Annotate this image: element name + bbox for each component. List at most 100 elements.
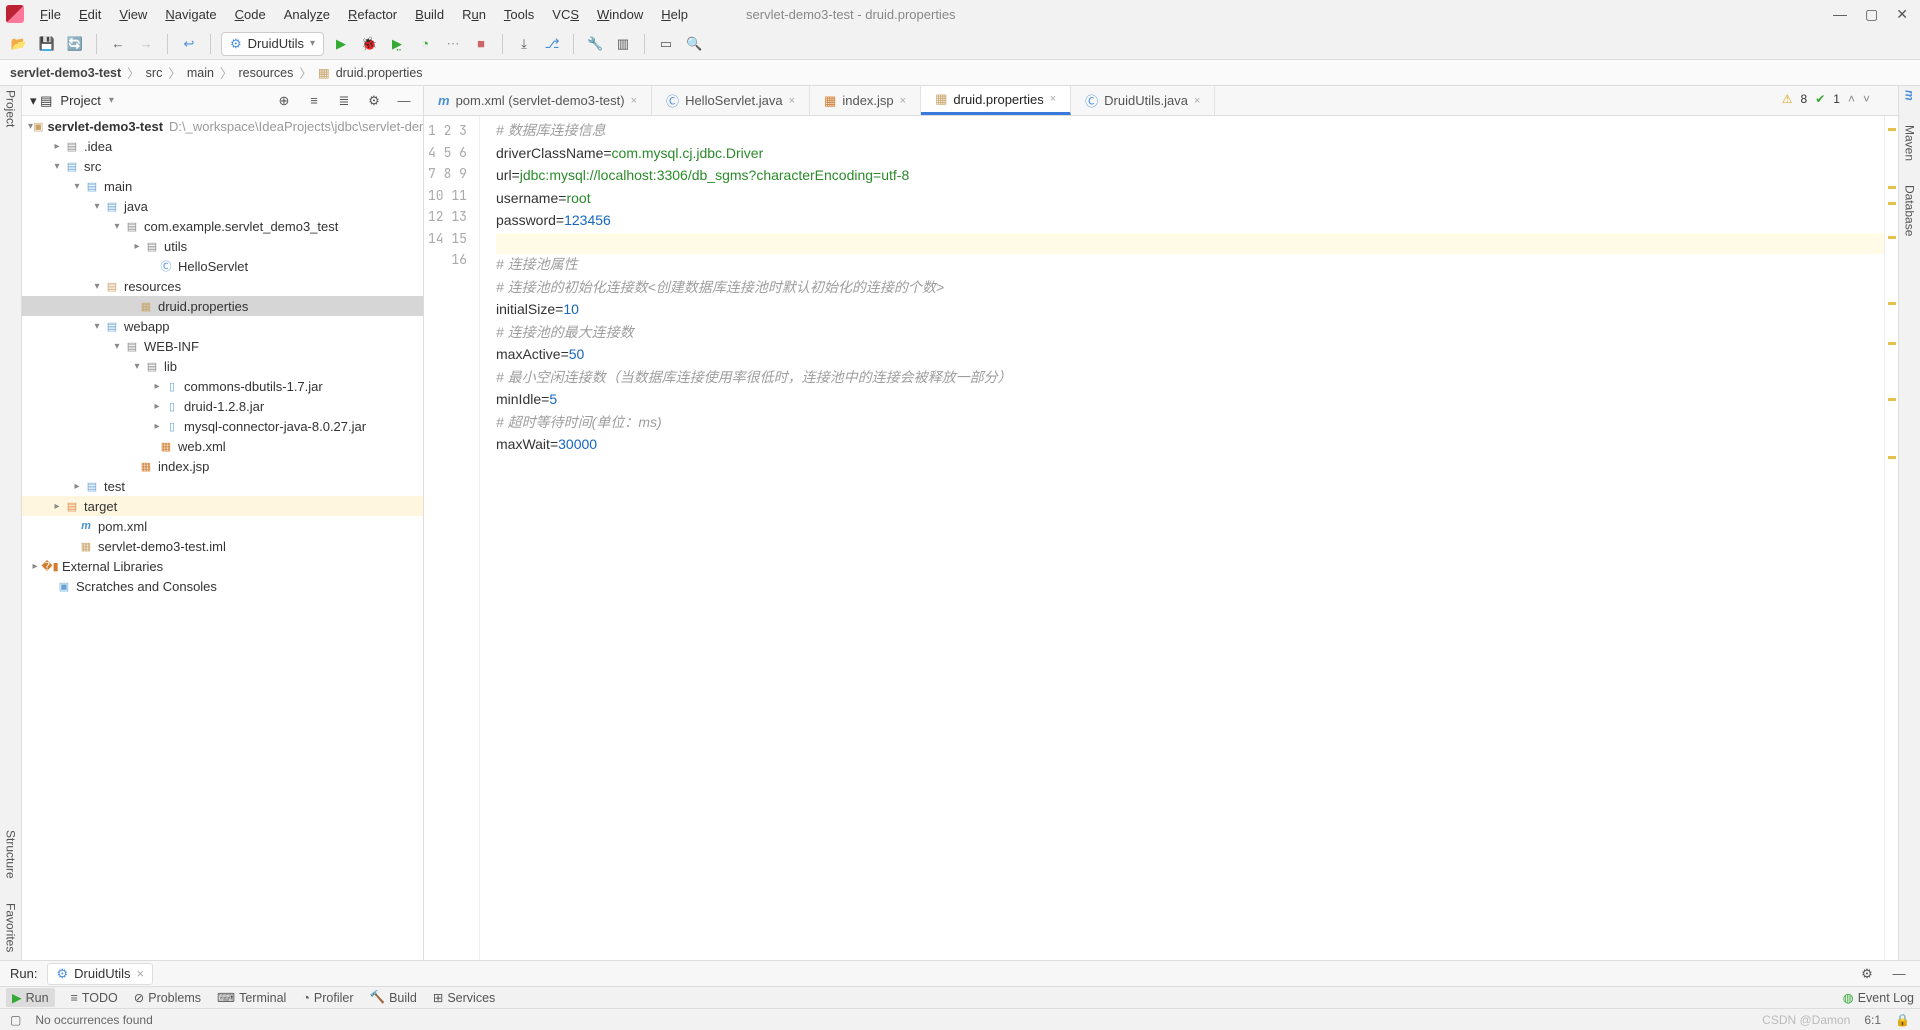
update-app-icon[interactable]: ⤓ <box>513 33 535 55</box>
tree-item-selected[interactable]: ▦druid.properties <box>22 296 423 316</box>
tab-indexjsp[interactable]: ▦index.jsp× <box>810 86 921 115</box>
menu-file[interactable]: File <box>32 4 69 25</box>
avd-icon[interactable]: ▭ <box>655 33 677 55</box>
tab-druidutils[interactable]: ⒸDruidUtils.java× <box>1071 86 1215 115</box>
settings-icon[interactable]: 🔧 <box>584 33 606 55</box>
undo-nav-icon[interactable]: ↩︎ <box>178 33 200 55</box>
breadcrumb-resources[interactable]: resources <box>238 66 293 80</box>
tree-external-libs[interactable]: External Libraries <box>62 559 163 574</box>
tool-run[interactable]: ▶Run <box>6 988 55 1007</box>
menu-view[interactable]: View <box>111 4 155 25</box>
breadcrumb-root[interactable]: servlet-demo3-test <box>10 66 121 80</box>
collapse-icon[interactable]: ≣ <box>333 90 355 112</box>
status-caret[interactable]: 6:1 <box>1864 1013 1881 1027</box>
tree-item[interactable]: pom.xml <box>98 519 147 534</box>
project-panel-title[interactable]: Project <box>60 93 100 108</box>
stripe-database[interactable]: Database <box>1903 185 1917 236</box>
tree-item[interactable]: servlet-demo3-test.iml <box>98 539 226 554</box>
menu-analyze[interactable]: Analyze <box>276 4 338 25</box>
sync-icon[interactable]: 🔄 <box>64 33 86 55</box>
breadcrumb-file[interactable]: druid.properties <box>336 66 423 80</box>
tree-item[interactable]: WEB-INF <box>144 339 199 354</box>
tree-item[interactable]: webapp <box>124 319 170 334</box>
back-icon[interactable]: ← <box>107 33 129 55</box>
save-icon[interactable]: 💾 <box>36 33 58 55</box>
hide-icon[interactable]: — <box>1888 963 1910 985</box>
tree-item[interactable]: lib <box>164 359 177 374</box>
menu-navigate[interactable]: Navigate <box>157 4 224 25</box>
stripe-structure[interactable]: Structure <box>4 830 18 879</box>
tree-item[interactable]: .idea <box>84 139 112 154</box>
line-gutter[interactable]: 1 2 3 4 5 6 7 8 9 10 11 12 13 14 15 16 <box>424 116 480 960</box>
stripe-project[interactable]: Project <box>4 90 18 127</box>
close-icon[interactable]: ✕ <box>1896 6 1908 23</box>
close-icon[interactable]: × <box>1194 95 1200 107</box>
tool-windows-icon[interactable]: ▢ <box>10 1013 21 1027</box>
menu-refactor[interactable]: Refactor <box>340 4 405 25</box>
menu-tools[interactable]: Tools <box>496 4 542 25</box>
minimize-icon[interactable]: — <box>1833 6 1847 23</box>
project-tree[interactable]: ▾▣ servlet-demo3-test D:\_workspace\Idea… <box>22 116 423 596</box>
menu-code[interactable]: Code <box>227 4 274 25</box>
close-icon[interactable]: × <box>1050 93 1056 105</box>
tool-eventlog[interactable]: ◍ Event Log <box>1843 990 1914 1005</box>
expand-icon[interactable]: ≡ <box>303 90 325 112</box>
tab-pom[interactable]: mpom.xml (servlet-demo3-test)× <box>424 86 652 115</box>
gear-icon[interactable]: ⚙ <box>1856 963 1878 985</box>
tab-druid-properties[interactable]: ▦druid.properties× <box>921 86 1071 115</box>
error-stripe[interactable] <box>1884 116 1898 960</box>
code-editor[interactable]: # 数据库连接信息 driverClassName=com.mysql.cj.j… <box>480 116 1884 960</box>
maximize-icon[interactable]: ▢ <box>1865 6 1878 23</box>
tool-problems[interactable]: ⊘ Problems <box>134 990 201 1005</box>
locate-icon[interactable]: ⊕ <box>273 90 295 112</box>
run-tw-tab[interactable]: ⚙︎ DruidUtils × <box>47 963 153 985</box>
tree-item[interactable]: mysql-connector-java-8.0.27.jar <box>184 419 366 434</box>
tree-root[interactable]: servlet-demo3-test <box>47 119 163 134</box>
tree-item[interactable]: web.xml <box>178 439 226 454</box>
coverage-icon[interactable]: ▶̤ <box>386 33 408 55</box>
hide-icon[interactable]: — <box>393 90 415 112</box>
attach-icon[interactable]: ⋯ <box>442 33 464 55</box>
tool-terminal[interactable]: ⌨ Terminal <box>217 990 286 1005</box>
tab-helloservlet[interactable]: ⒸHelloServlet.java× <box>652 86 810 115</box>
chevron-up-icon[interactable]: ˄ <box>1848 92 1855 106</box>
tree-item[interactable]: commons-dbutils-1.7.jar <box>184 379 323 394</box>
tool-profiler[interactable]: ◔ Profiler <box>302 991 353 1005</box>
menu-vcs[interactable]: VCS <box>544 4 587 25</box>
stripe-favorites[interactable]: Favorites <box>4 903 18 952</box>
debug-icon[interactable]: 🐞 <box>358 33 380 55</box>
chevron-down-icon[interactable]: ˅ <box>1863 92 1870 106</box>
tool-build[interactable]: 🔨 Build <box>369 990 416 1005</box>
chevron-down-icon[interactable]: ▾ <box>109 95 114 106</box>
run-icon[interactable]: ▶ <box>330 33 352 55</box>
breadcrumb-main[interactable]: main <box>187 66 214 80</box>
menu-help[interactable]: Help <box>653 4 696 25</box>
tree-item[interactable]: main <box>104 179 132 194</box>
stripe-maven[interactable]: Maven <box>1903 125 1917 161</box>
project-structure-icon[interactable]: ▥ <box>612 33 634 55</box>
tree-item[interactable]: druid-1.2.8.jar <box>184 399 264 414</box>
tree-item[interactable]: target <box>84 499 117 514</box>
menu-build[interactable]: Build <box>407 4 452 25</box>
tool-services[interactable]: ⊞ Services <box>433 990 495 1005</box>
tree-item[interactable]: HelloServlet <box>178 259 248 274</box>
close-icon[interactable]: × <box>631 95 637 107</box>
run-config-select[interactable]: ⚙︎ DruidUtils ▾ <box>221 32 324 56</box>
maven-icon[interactable]: m <box>1903 90 1917 101</box>
tree-item[interactable]: index.jsp <box>158 459 209 474</box>
gear-icon[interactable]: ⚙ <box>363 90 385 112</box>
menu-run[interactable]: Run <box>454 4 494 25</box>
tree-item[interactable]: src <box>84 159 101 174</box>
breadcrumb-src[interactable]: src <box>146 66 163 80</box>
lock-icon[interactable]: 🔒 <box>1895 1013 1910 1027</box>
search-everywhere-icon[interactable]: 🔍 <box>683 33 705 55</box>
profile-icon[interactable]: ◔ <box>414 33 436 55</box>
tree-scratches[interactable]: Scratches and Consoles <box>76 579 217 594</box>
tree-item[interactable]: resources <box>124 279 181 294</box>
menu-edit[interactable]: Edit <box>71 4 109 25</box>
open-icon[interactable]: 📂 <box>8 33 30 55</box>
tree-item[interactable]: utils <box>164 239 187 254</box>
inspection-widget[interactable]: ⚠8 ✔︎1 ˄ ˅ <box>1782 92 1870 106</box>
tree-item[interactable]: com.example.servlet_demo3_test <box>144 219 338 234</box>
menu-window[interactable]: Window <box>589 4 651 25</box>
